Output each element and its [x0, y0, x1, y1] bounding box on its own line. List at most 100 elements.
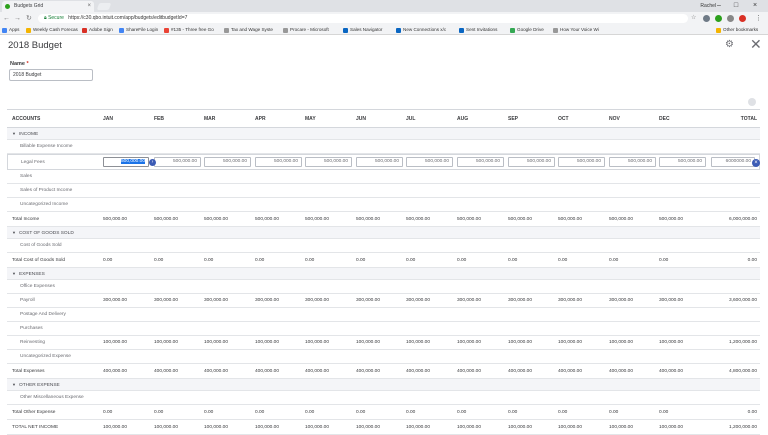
amount-cell[interactable]: 400,000.00	[558, 364, 582, 379]
bookmark[interactable]: Tax and Wage Syste	[224, 25, 273, 35]
amount-cell[interactable]: 0.00	[103, 405, 112, 420]
budget-amount-input[interactable]: 500,000.00	[103, 157, 149, 167]
extension-icon[interactable]	[727, 15, 734, 22]
amount-cell[interactable]: 500,000.00	[154, 212, 178, 227]
amount-cell[interactable]: 100,000.00	[154, 420, 178, 435]
amount-cell[interactable]: 300,000.00	[558, 294, 582, 308]
budget-amount-input[interactable]: 500,000.00	[406, 157, 453, 167]
amount-cell[interactable]: 0.00	[305, 253, 314, 268]
budget-amount-input[interactable]: 500,000.00	[659, 157, 706, 167]
amount-cell[interactable]: 100,000.00	[508, 420, 532, 435]
amount-cell[interactable]: 0.00	[508, 405, 517, 420]
amount-cell[interactable]: 0.00	[609, 253, 618, 268]
bookmark[interactable]: Procare - Microsoft	[283, 25, 329, 35]
amount-cell[interactable]: 500,000.00	[558, 212, 582, 227]
amount-cell[interactable]: 300,000.00	[457, 294, 481, 308]
account-row[interactable]: Purchases	[7, 322, 760, 336]
account-row[interactable]: Postage And Delivery	[7, 308, 760, 322]
total-row[interactable]: TOTAL NET INCOME 100,000.00 100,000.00 100,…	[7, 420, 760, 435]
amount-cell[interactable]: 100,000.00	[356, 420, 380, 435]
amount-cell[interactable]: 100,000.00	[406, 336, 430, 350]
total-row[interactable]: Total Cost of Goods Sold 0.00 0.00 0.00 0.00…	[7, 253, 760, 268]
budget-amount-input[interactable]: 500,000.00	[305, 157, 352, 167]
bookmark[interactable]: Sales Navigator	[343, 25, 382, 35]
amount-cell[interactable]: 100,000.00	[659, 336, 683, 350]
amount-cell[interactable]: 500,000.00	[305, 212, 329, 227]
bookmark[interactable]: How Your Voice Wi	[553, 25, 599, 35]
amount-cell[interactable]: 500,000.00	[204, 212, 228, 227]
amount-cell[interactable]: 100,000.00	[255, 420, 279, 435]
url-bar[interactable]: 🔒︎ Secure https://c30.qbo.intuit.com/app…	[38, 14, 688, 23]
amount-cell[interactable]: 500,000.00	[659, 212, 683, 227]
amount-cell[interactable]: 500,000.00	[356, 212, 380, 227]
budget-amount-input[interactable]: 500,000.00	[508, 157, 555, 167]
amount-cell[interactable]: 400,000.00	[508, 364, 532, 379]
close-tab-icon[interactable]: ×	[87, 1, 91, 12]
back-icon[interactable]: ←	[3, 13, 10, 24]
amount-cell[interactable]: 300,000.00	[356, 294, 380, 308]
bookmark[interactable]: Weekly Cash Forecas	[26, 25, 78, 35]
amount-cell[interactable]: 400,000.00	[154, 364, 178, 379]
amount-cell[interactable]: 100,000.00	[609, 420, 633, 435]
amount-cell[interactable]: 100,000.00	[659, 420, 683, 435]
amount-cell[interactable]: 0.00	[356, 405, 365, 420]
bookmark[interactable]: Google Drive	[510, 25, 544, 35]
amount-cell[interactable]: 300,000.00	[103, 294, 127, 308]
amount-cell[interactable]: 100,000.00	[558, 420, 582, 435]
bookmark[interactable]: New Connections x/c	[396, 25, 446, 35]
amount-cell[interactable]: 100,000.00	[457, 336, 481, 350]
amount-cell[interactable]: 0.00	[204, 405, 213, 420]
amount-cell[interactable]: 0.00	[748, 253, 757, 268]
amount-cell[interactable]: 4,800,000.00	[729, 364, 757, 379]
amount-cell[interactable]: 500,000.00	[508, 212, 532, 227]
amount-cell[interactable]: 100,000.00	[103, 336, 127, 350]
account-row[interactable]: Billable Expense Income	[7, 140, 760, 154]
amount-cell[interactable]: 0.00	[558, 405, 567, 420]
browser-tab[interactable]: Budgets Grid ×	[2, 1, 94, 12]
extension-icon[interactable]	[739, 15, 746, 22]
amount-cell[interactable]: 400,000.00	[103, 364, 127, 379]
amount-cell[interactable]: 300,000.00	[406, 294, 430, 308]
amount-cell[interactable]: 0.00	[659, 253, 668, 268]
amount-cell[interactable]: 500,000.00	[255, 212, 279, 227]
amount-cell[interactable]: 100,000.00	[305, 336, 329, 350]
reload-icon[interactable]: ↻	[26, 13, 32, 24]
bookmark[interactable]: ShareFile Login	[119, 25, 158, 35]
amount-cell[interactable]: 0.00	[154, 253, 163, 268]
amount-cell[interactable]: 0.00	[748, 405, 757, 420]
amount-cell[interactable]: 300,000.00	[305, 294, 329, 308]
amount-cell[interactable]: 100,000.00	[204, 336, 228, 350]
section-row[interactable]: ▼ EXPENSES	[7, 268, 760, 280]
amount-cell[interactable]: 0.00	[103, 253, 112, 268]
amount-cell[interactable]: 1,200,000.00	[729, 336, 757, 350]
minimize-icon[interactable]: –	[712, 0, 726, 12]
amount-cell[interactable]: 0.00	[406, 253, 415, 268]
section-row[interactable]: ▼ COST OF GOODS SOLD	[7, 227, 760, 239]
account-row[interactable]: Other Miscellaneous Expense	[7, 391, 760, 405]
account-row[interactable]: Legal Fees 500,000.00 500,000.00 500,000.00…	[7, 154, 760, 170]
amount-cell[interactable]: 300,000.00	[204, 294, 228, 308]
extension-icon[interactable]	[703, 15, 710, 22]
copy-across-arrow-icon[interactable]: ›	[149, 159, 156, 166]
amount-cell[interactable]: 400,000.00	[255, 364, 279, 379]
amount-cell[interactable]: 400,000.00	[659, 364, 683, 379]
amount-cell[interactable]: 500,000.00	[457, 212, 481, 227]
row-total-input[interactable]: 6000000.00	[711, 157, 755, 167]
budget-amount-input[interactable]: 500,000.00	[356, 157, 403, 167]
account-row[interactable]: Cost of Goods Sold	[7, 239, 760, 253]
amount-cell[interactable]: 0.00	[154, 405, 163, 420]
account-row[interactable]: Uncategorized Expense	[7, 350, 760, 364]
window-close-icon[interactable]: ×	[748, 0, 762, 12]
account-row[interactable]: Office Expenses	[7, 280, 760, 294]
new-tab-button[interactable]	[96, 3, 112, 10]
amount-cell[interactable]: 300,000.00	[659, 294, 683, 308]
amount-cell[interactable]: 100,000.00	[255, 336, 279, 350]
amount-cell[interactable]: 6,000,000.00	[729, 212, 757, 227]
amount-cell[interactable]: 500,000.00	[406, 212, 430, 227]
collapse-triangle-icon[interactable]: ▼	[12, 379, 16, 391]
budget-amount-input[interactable]: 500,000.00	[204, 157, 251, 167]
amount-cell[interactable]: 400,000.00	[609, 364, 633, 379]
account-row[interactable]: Sales of Product Income	[7, 184, 760, 198]
account-row[interactable]: Sales	[7, 170, 760, 184]
amount-cell[interactable]: 300,000.00	[255, 294, 279, 308]
